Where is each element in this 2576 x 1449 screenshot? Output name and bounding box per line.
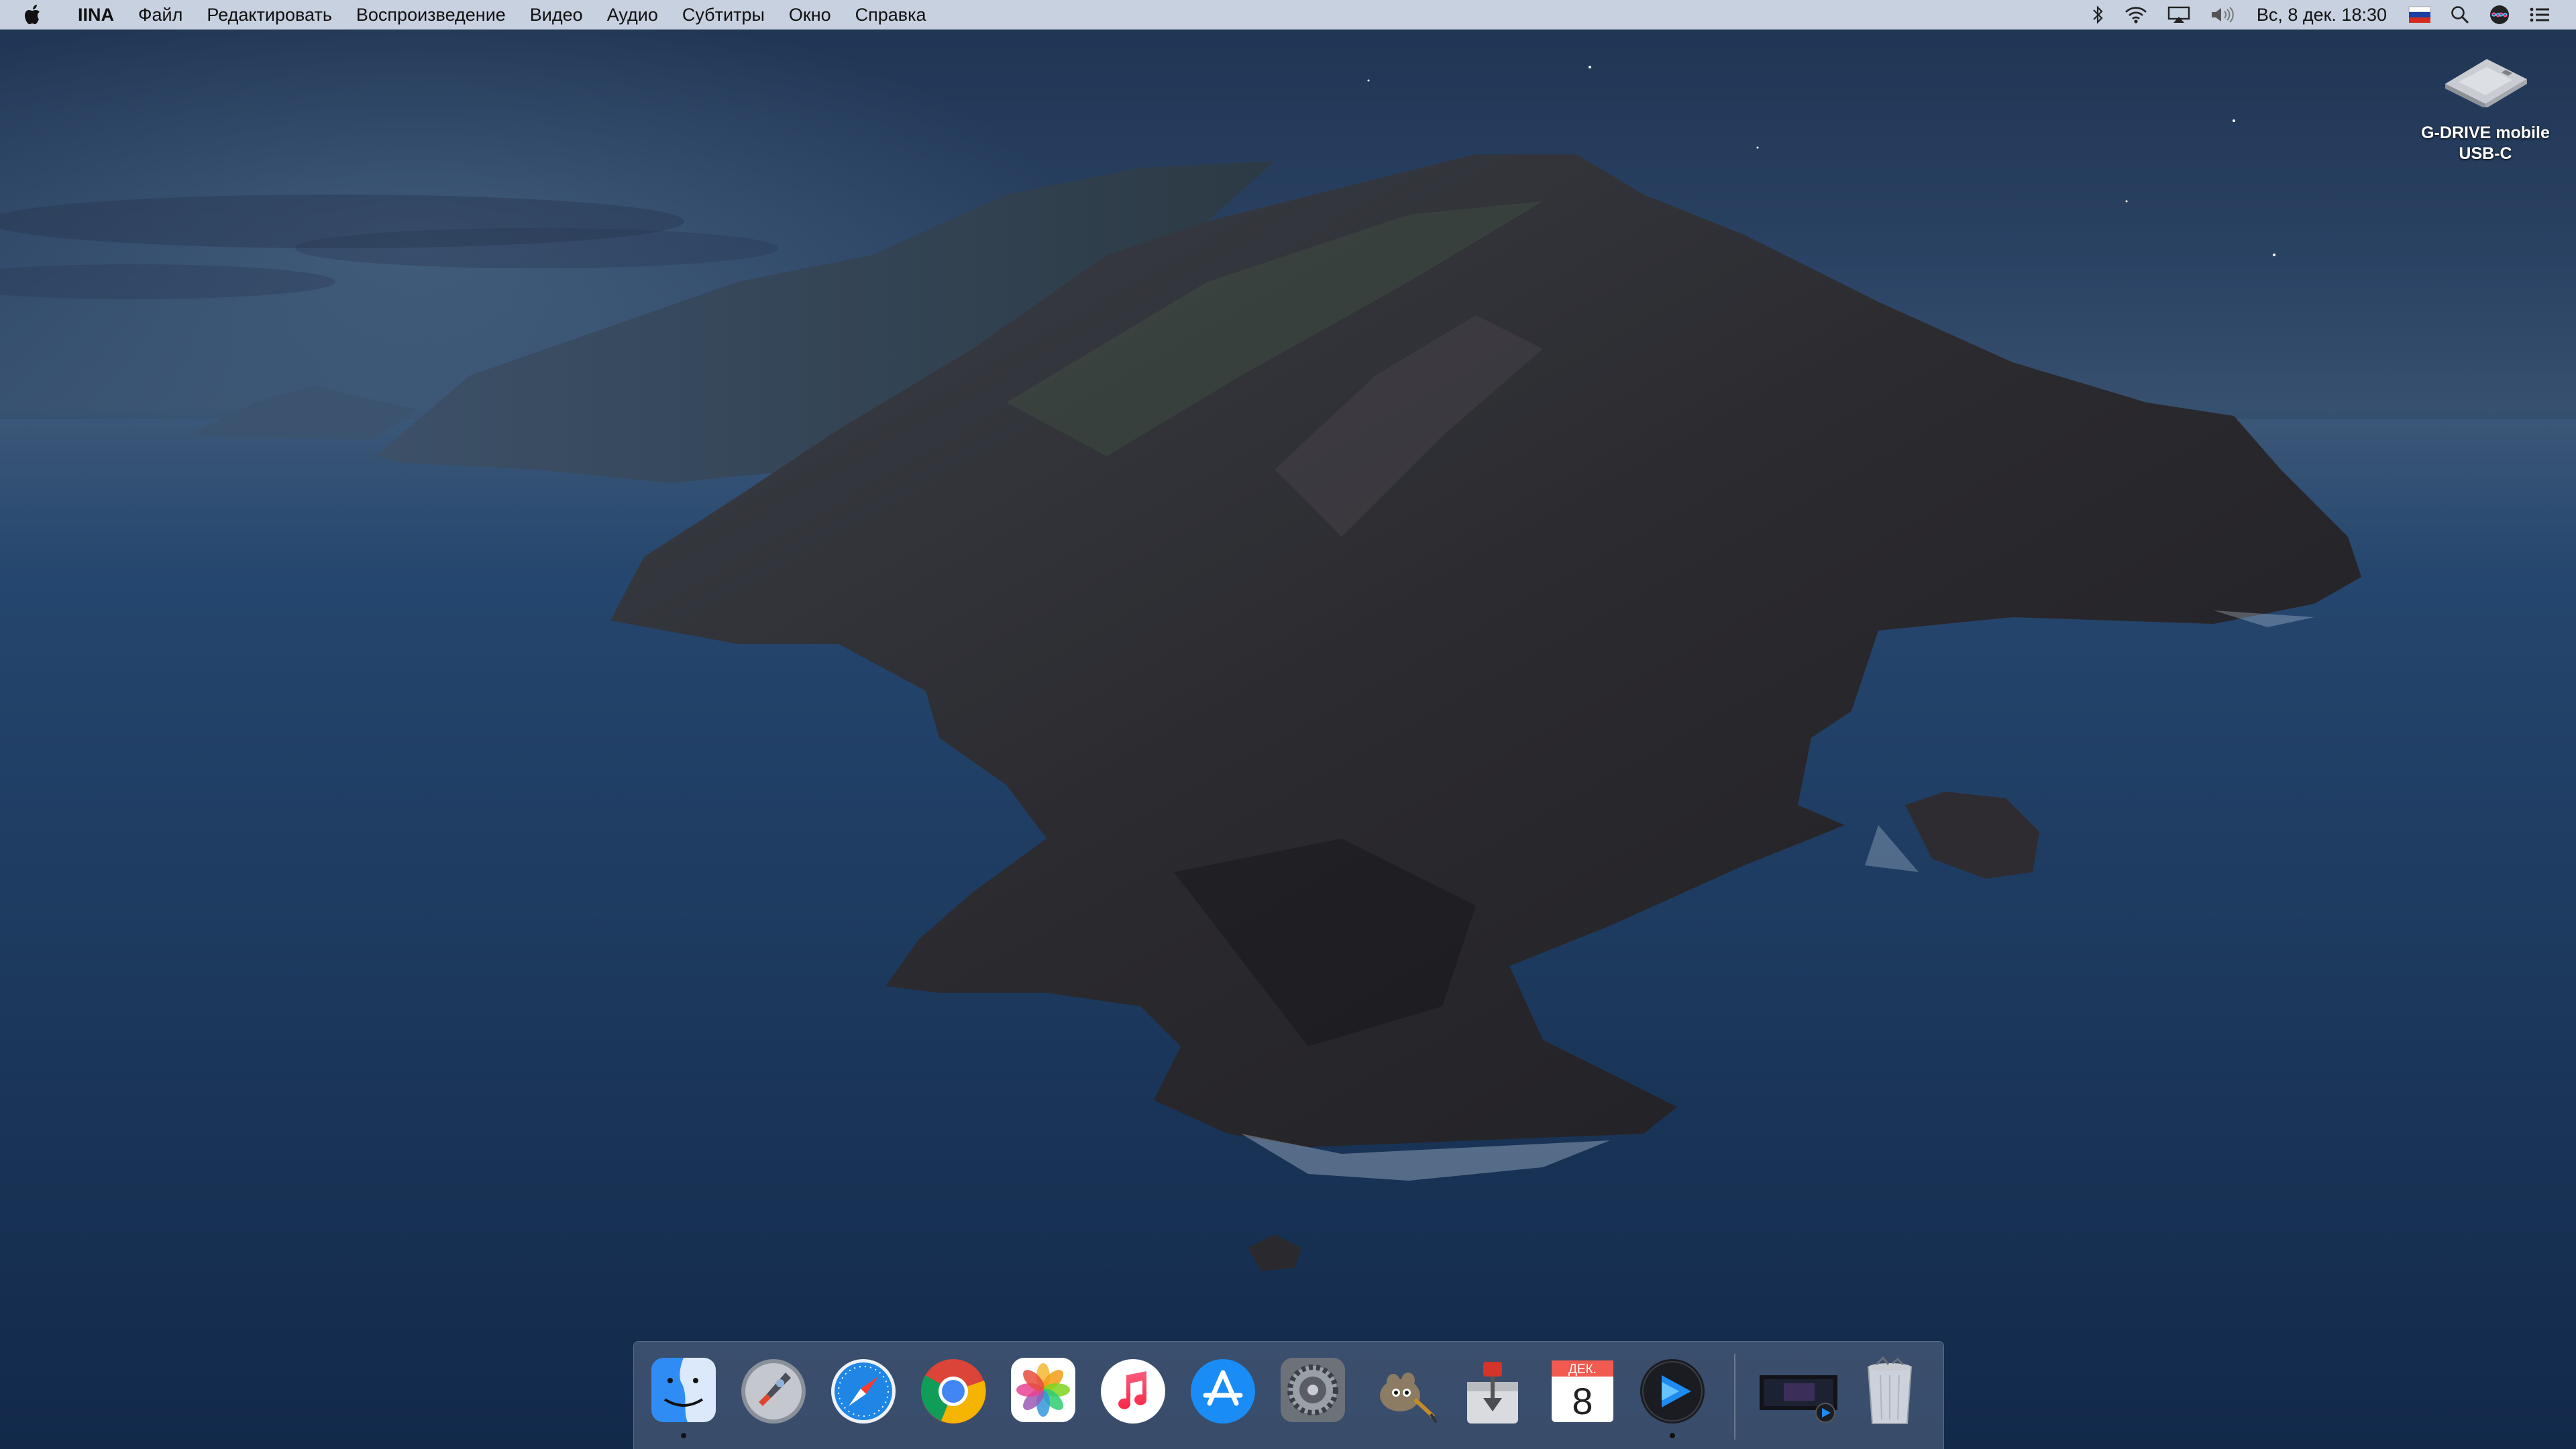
calendar-month: ДЕК. xyxy=(1568,1362,1597,1377)
calendar-icon: ДЕК. 8 xyxy=(1552,1360,1613,1422)
dock-separator xyxy=(1734,1354,1735,1440)
dock-item-finder[interactable] xyxy=(647,1355,720,1438)
running-indicator xyxy=(681,1433,686,1438)
safari-icon xyxy=(831,1359,896,1424)
wifi-icon[interactable] xyxy=(2124,5,2148,24)
dock-item-calendar[interactable]: ДЕК. 8 xyxy=(1546,1355,1619,1428)
dock-item-transmission[interactable] xyxy=(1456,1355,1529,1428)
app-store-icon xyxy=(1191,1359,1255,1424)
chrome-icon xyxy=(920,1359,986,1424)
dock-item-minimized-window[interactable] xyxy=(1757,1355,1840,1428)
transmission-icon xyxy=(1467,1362,1518,1424)
app-menu-iina[interactable]: IINA xyxy=(66,0,126,30)
desktop-wallpaper xyxy=(0,0,2576,1449)
dock-item-music[interactable] xyxy=(1097,1355,1169,1428)
notification-center-icon[interactable] xyxy=(2529,5,2551,24)
dock-item-safari[interactable] xyxy=(827,1355,900,1428)
drive-label: G-DRIVE mobile USB-C xyxy=(2421,123,2550,163)
menu-bar: IINA Файл Редактировать Воспроизведение … xyxy=(0,0,2576,30)
photos-icon xyxy=(1011,1358,1075,1422)
running-indicator xyxy=(1670,1433,1675,1438)
catalina-island-artwork xyxy=(0,66,2576,1449)
minimized-window-icon xyxy=(1760,1375,1837,1423)
menu-window[interactable]: Окно xyxy=(777,0,843,30)
menu-edit[interactable]: Редактировать xyxy=(195,0,344,30)
desktop-drive-item[interactable]: G-DRIVE mobile USB-C xyxy=(2408,47,2563,164)
menu-audio[interactable]: Аудио xyxy=(595,0,670,30)
apple-logo-icon[interactable] xyxy=(24,4,51,25)
dock-item-system-preferences[interactable] xyxy=(1277,1355,1349,1428)
gimp-icon xyxy=(1380,1373,1438,1424)
menu-file[interactable]: Файл xyxy=(126,0,195,30)
volume-icon[interactable] xyxy=(2210,5,2235,24)
dock-item-photos[interactable] xyxy=(1007,1355,1079,1428)
menubar-clock[interactable]: Вс, 8 дек. 18:30 xyxy=(2257,5,2387,25)
finder-icon xyxy=(651,1358,716,1422)
external-drive-icon[interactable] xyxy=(2438,47,2532,111)
airplay-icon[interactable] xyxy=(2167,5,2191,24)
dock: ДЕК. 8 xyxy=(633,1341,1944,1449)
dock-item-app-store[interactable] xyxy=(1187,1355,1259,1428)
dock-item-iina[interactable] xyxy=(1636,1355,1709,1438)
siri-icon[interactable] xyxy=(2489,4,2510,25)
dock-item-launchpad[interactable] xyxy=(737,1355,810,1428)
music-icon xyxy=(1101,1359,1165,1424)
dock-item-chrome[interactable] xyxy=(917,1355,989,1428)
menu-subtitles[interactable]: Субтитры xyxy=(670,0,777,30)
system-preferences-icon xyxy=(1281,1358,1345,1422)
dock-item-gimp[interactable] xyxy=(1366,1355,1439,1428)
russian-flag-input-icon[interactable] xyxy=(2408,6,2431,23)
iina-icon xyxy=(1640,1359,1705,1424)
menu-video[interactable]: Видео xyxy=(518,0,595,30)
trash-icon xyxy=(1867,1356,1913,1424)
calendar-day: 8 xyxy=(1572,1380,1593,1422)
dock-item-trash[interactable] xyxy=(1854,1355,1926,1428)
launchpad-icon xyxy=(741,1359,806,1424)
bluetooth-icon[interactable] xyxy=(2090,5,2105,24)
menu-help[interactable]: Справка xyxy=(843,0,938,30)
menu-playback[interactable]: Воспроизведение xyxy=(344,0,518,30)
spotlight-search-icon[interactable] xyxy=(2450,5,2470,25)
